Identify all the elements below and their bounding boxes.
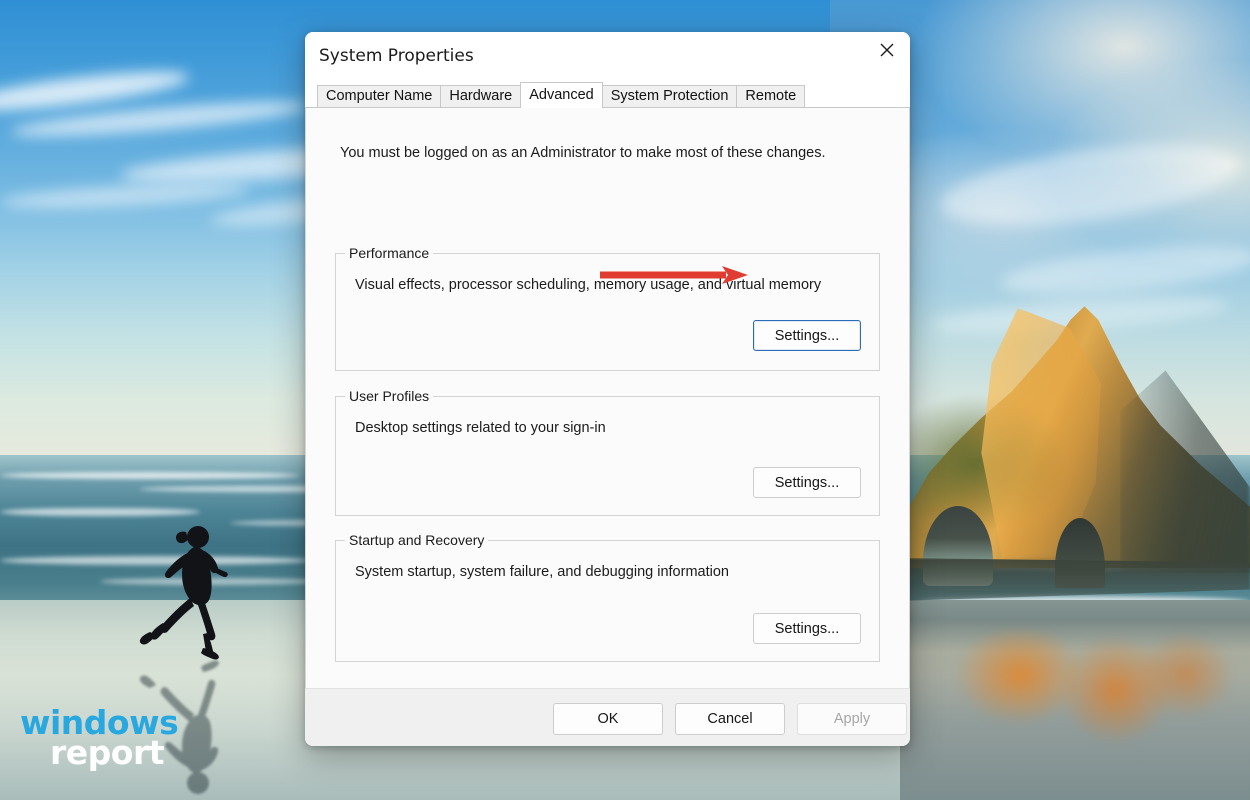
wallpaper-rock-formation <box>905 228 1250 623</box>
user-profiles-settings-button[interactable]: Settings... <box>753 467 861 498</box>
ocean-wave <box>0 472 300 479</box>
windows-report-watermark: windows report <box>20 708 178 769</box>
tab-computer-name[interactable]: Computer Name <box>317 85 441 107</box>
ocean-wave <box>0 508 200 516</box>
startup-recovery-group-description: System startup, system failure, and debu… <box>355 564 729 580</box>
desktop-wallpaper: windows report System Properties Compute… <box>0 0 1250 800</box>
tab-system-protection[interactable]: System Protection <box>602 85 738 107</box>
advanced-tab-panel: You must be logged on as an Administrato… <box>305 108 910 696</box>
startup-recovery-settings-button[interactable]: Settings... <box>753 613 861 644</box>
tab-hardware[interactable]: Hardware <box>440 85 521 107</box>
apply-button: Apply <box>797 703 907 735</box>
system-properties-dialog: System Properties Computer Name Hardware… <box>305 32 910 746</box>
runner-silhouette <box>120 520 250 660</box>
startup-recovery-group-title: Startup and Recovery <box>345 532 488 548</box>
dialog-title: System Properties <box>305 46 474 66</box>
performance-group: Performance Visual effects, processor sc… <box>335 253 880 371</box>
cancel-button[interactable]: Cancel <box>675 703 785 735</box>
performance-group-description: Visual effects, processor scheduling, me… <box>355 277 821 293</box>
dialog-footer: OK Cancel Apply <box>305 688 910 746</box>
user-profiles-group-title: User Profiles <box>345 388 433 404</box>
watermark-line-report: report <box>50 738 178 768</box>
tab-remote[interactable]: Remote <box>736 85 805 107</box>
ok-button[interactable]: OK <box>553 703 663 735</box>
user-profiles-group: User Profiles Desktop settings related t… <box>335 396 880 516</box>
close-icon[interactable] <box>864 32 910 68</box>
performance-settings-button[interactable]: Settings... <box>753 320 861 351</box>
startup-recovery-group: Startup and Recovery System startup, sys… <box>335 540 880 662</box>
tab-strip: Computer Name Hardware Advanced System P… <box>305 80 910 108</box>
dialog-titlebar: System Properties <box>305 32 910 80</box>
rock-reflection-glow <box>930 630 1230 780</box>
user-profiles-group-description: Desktop settings related to your sign-in <box>355 420 606 436</box>
performance-group-title: Performance <box>345 245 433 261</box>
tab-advanced[interactable]: Advanced <box>520 82 603 108</box>
administrator-notice: You must be logged on as an Administrato… <box>340 145 826 161</box>
